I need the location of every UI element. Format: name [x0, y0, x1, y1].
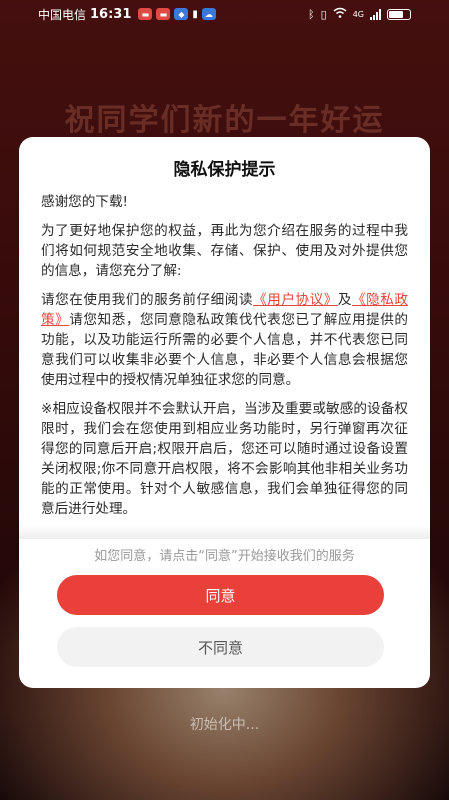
- thanks-text: 感谢您的下载!: [41, 194, 129, 210]
- privacy-dialog: 隐私保护提示 感谢您的下载! 为了更好地保护您的权益，再此为您介绍在服务的过程中…: [19, 137, 430, 688]
- dialog-title: 隐私保护提示: [173, 160, 276, 180]
- network-type: 4G: [352, 9, 364, 19]
- loading-text: 初始化中...: [189, 717, 260, 733]
- cloud-icon: ☁: [201, 8, 216, 20]
- status-left: 中国电信 16:31 ▬ ▬ ◆ ▮ ☁: [38, 6, 216, 23]
- user-agreement-link[interactable]: 《用户协议》: [253, 292, 338, 308]
- app-notification-icon: ▬: [156, 8, 171, 20]
- clock: 16:31: [90, 6, 132, 22]
- scroll-fade: [19, 525, 430, 539]
- consent-paragraph: 请您在使用我们的服务前仔细阅读《用户协议》及《隐私政策》请您知悉，您同意隐私政策…: [41, 290, 408, 390]
- bluetooth-icon: ᛒ: [308, 7, 315, 21]
- battery-icon: [387, 8, 411, 20]
- vibrate-icon: ▯: [320, 7, 327, 21]
- status-bar: 中国电信 16:31 ▬ ▬ ◆ ▮ ☁ ᛒ ▯ 4G: [0, 0, 449, 28]
- status-right: ᛒ ▯ 4G: [308, 7, 411, 21]
- wifi-icon: [333, 7, 347, 21]
- permission-paragraph: ※相应设备权限并不会默认开启，当涉及重要或敏感的设备权限时，我们会在您使用到相应…: [41, 401, 408, 517]
- disagree-button[interactable]: 不同意: [57, 627, 384, 667]
- consent-text-b: 及: [337, 292, 353, 308]
- signal-icon: [370, 8, 381, 20]
- agree-button[interactable]: 同意: [57, 575, 384, 615]
- shield-app-icon: ◆: [174, 8, 189, 20]
- consent-text-a: 请您在使用我们的服务前仔细阅读: [41, 292, 254, 308]
- app-notification-icon: ▬: [138, 8, 153, 20]
- intro-paragraph: 为了更好地保护您的权益，再此为您介绍在服务的过程中我们将如何规范安全地收集、存储…: [41, 223, 408, 279]
- agree-hint: 如您同意，请点击“同意”开始接收我们的服务: [94, 549, 355, 564]
- battery-saver-icon: ▮: [192, 8, 198, 20]
- carrier-name: 中国电信: [38, 7, 87, 22]
- consent-text-c: 请您知悉，您同意隐私政策伐代表您已了解应用提供的功能，以及功能运行所需的必要个人…: [41, 312, 409, 388]
